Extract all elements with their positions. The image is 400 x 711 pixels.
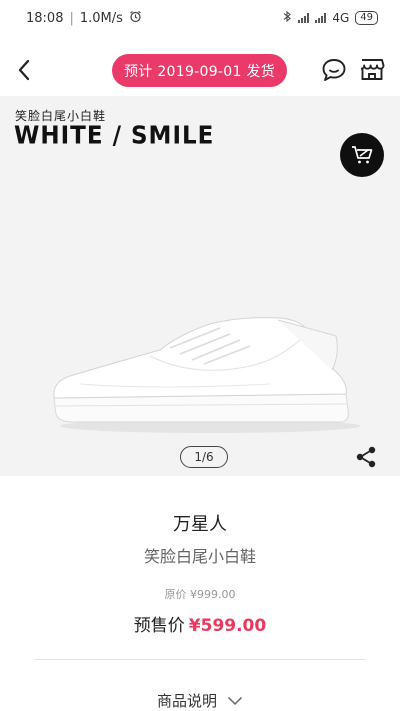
divider [34, 659, 366, 660]
chat-icon [322, 59, 346, 81]
product-gallery[interactable]: 笑脸白尾小白鞋 WHITE / SMILE 1/6 [0, 96, 400, 476]
back-button[interactable] [10, 54, 38, 86]
original-price: 原价 ¥999.00 [164, 588, 236, 601]
bluetooth-icon [283, 10, 292, 26]
status-bar: 18:08 | 1.0M/s 4G 49 [0, 0, 400, 36]
product-name: 笑脸白尾小白鞋 [143, 547, 256, 566]
gallery-brand-en: WHITE / SMILE [14, 122, 215, 151]
product-description-toggle[interactable]: 商品说明 [0, 690, 400, 711]
share-button[interactable] [354, 445, 378, 469]
cart-icon [352, 146, 373, 164]
brand-name: 万星人 [173, 514, 227, 535]
chat-button[interactable] [320, 56, 348, 84]
battery-icon: 49 [355, 11, 378, 25]
status-left: 18:08 | 1.0M/s [26, 10, 142, 27]
share-icon [356, 446, 376, 468]
nav-bar: 预计 2019-09-01 发货 [0, 44, 400, 96]
ship-date-badge: 预计 2019-09-01 发货 [112, 54, 287, 87]
status-speed: 1.0M/s [79, 10, 123, 26]
shop-icon [360, 59, 385, 80]
status-right: 4G 49 [283, 10, 378, 26]
alarm-icon [129, 10, 142, 27]
back-icon [18, 59, 30, 81]
presale-price: ¥599.00 [188, 616, 267, 636]
image-counter: 1/6 [180, 446, 228, 468]
status-time: 18:08 [26, 10, 64, 26]
cart-button[interactable] [340, 133, 384, 177]
network-type: 4G [332, 11, 350, 25]
status-separator: | [69, 10, 74, 26]
chevron-down-icon [227, 696, 243, 705]
shop-button[interactable] [358, 55, 386, 83]
signal-icon [298, 13, 310, 23]
presale-label: 预售价 [133, 616, 185, 636]
signal-icon [315, 13, 327, 23]
product-image [53, 317, 360, 433]
presale-price-row: 预售价 ¥599.00 [0, 611, 400, 636]
description-label: 商品说明 [156, 692, 217, 710]
